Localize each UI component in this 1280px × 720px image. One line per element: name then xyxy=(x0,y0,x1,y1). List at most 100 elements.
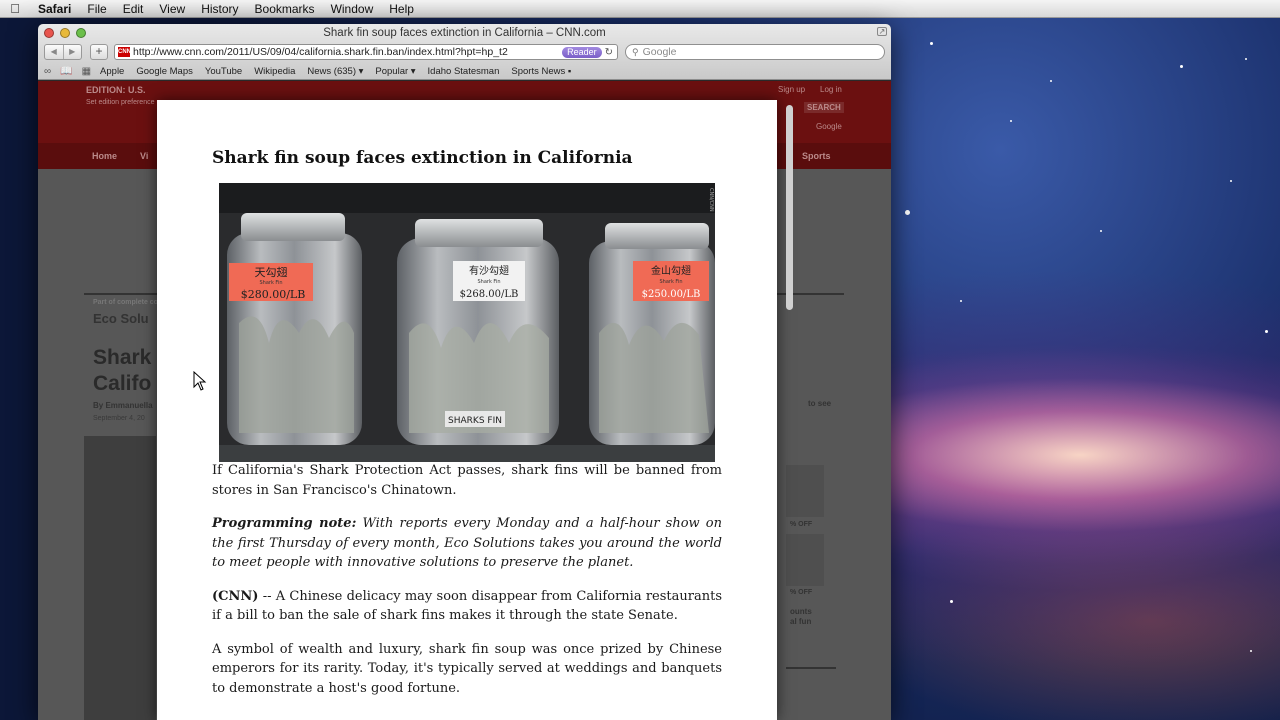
star xyxy=(1050,80,1052,82)
reading-list-icon[interactable]: ∞ xyxy=(44,66,51,77)
edition-preference: Set edition preference xyxy=(86,99,155,106)
headline-line-2: Califo xyxy=(93,372,152,395)
edition-label: EDITION: U.S. xyxy=(86,85,146,95)
search-icon: ⚲ xyxy=(632,46,639,57)
back-forward-buttons: ◀ ▶ xyxy=(44,44,82,60)
jar-label-price: $280.00/LB xyxy=(241,288,306,301)
article-photo: 天勾翅 Shark Fin $280.00/LB 有沙勾翅 Shark Fin … xyxy=(219,183,715,462)
search-placeholder: Google xyxy=(642,46,677,58)
paragraph-1-text: -- A Chinese delicacy may soon disappear… xyxy=(212,588,722,624)
star xyxy=(1180,65,1183,68)
programming-note-label: Programming note: xyxy=(212,516,357,531)
bookmark-sports-news[interactable]: Sports News ▪ xyxy=(511,66,571,77)
window-title: Shark fin soup faces extinction in Calif… xyxy=(323,27,606,39)
bookmark-popular[interactable]: Popular ▾ xyxy=(375,66,415,77)
cnn-dateline: (CNN) xyxy=(212,588,259,604)
top-sites-icon[interactable]: ▦ xyxy=(82,66,91,77)
login-link: Log in xyxy=(820,85,842,94)
article-body: If California's Shark Protection Act pas… xyxy=(212,461,722,712)
sidebar-text: to see xyxy=(808,399,832,408)
background-photo xyxy=(84,436,156,720)
back-icon[interactable]: ◀ xyxy=(45,45,63,59)
nav-sports: Sports xyxy=(802,151,831,161)
star xyxy=(960,300,962,302)
bookmarks-icon[interactable]: 📖 xyxy=(60,66,72,77)
menu-edit[interactable]: Edit xyxy=(115,2,152,16)
article-title: Shark fin soup faces extinction in Calif… xyxy=(212,148,633,168)
bookmarks-bar: ∞ 📖 ▦ Apple Google Maps YouTube Wikipedi… xyxy=(44,64,583,78)
jar-1: 天勾翅 Shark Fin $280.00/LB xyxy=(227,213,362,445)
apple-icon[interactable]:  xyxy=(0,1,30,16)
jar-label-sub: Shark Fin xyxy=(659,279,682,285)
star xyxy=(1245,58,1247,60)
bookmark-youtube[interactable]: YouTube xyxy=(205,66,242,77)
star xyxy=(1265,330,1268,333)
jar-label-name: 金山勾翅 xyxy=(651,264,691,277)
jar-3: 金山勾翅 Shark Fin $250.00/LB xyxy=(589,223,715,445)
bookmark-apple[interactable]: Apple xyxy=(100,66,124,77)
menu-window[interactable]: Window xyxy=(323,2,382,16)
star xyxy=(905,210,910,215)
jar-label-sub: Shark Fin xyxy=(477,279,500,285)
section-title: Eco Solu xyxy=(93,311,149,326)
nav-video: Vi xyxy=(140,151,149,161)
bookmark-google-maps[interactable]: Google Maps xyxy=(136,66,193,77)
jar-2: 有沙勾翅 Shark Fin $268.00/LB SHARKS FIN xyxy=(397,219,559,445)
star xyxy=(1100,230,1102,232)
cursor-arrow xyxy=(193,371,207,391)
browser-toolbar: Shark fin soup faces extinction in Calif… xyxy=(38,24,891,80)
jar-lid xyxy=(605,223,709,249)
star xyxy=(1230,180,1232,182)
shelf-tag-text: SHARKS FIN xyxy=(448,416,502,426)
menu-safari[interactable]: Safari xyxy=(30,2,79,16)
favicon: CNN xyxy=(118,47,131,57)
bookmark-wikipedia[interactable]: Wikipedia xyxy=(254,66,295,77)
cnn-search-button: SEARCH xyxy=(804,102,844,113)
reader-button[interactable]: Reader xyxy=(562,46,602,58)
address-bar[interactable]: CNN http://www.cnn.com/2011/US/09/04/cal… xyxy=(114,44,618,60)
url-text[interactable]: http://www.cnn.com/2011/US/09/04/califor… xyxy=(133,46,562,58)
menu-view[interactable]: View xyxy=(151,2,193,16)
programming-note: Programming note: With reports every Mon… xyxy=(212,514,722,573)
shark-fins xyxy=(599,322,709,433)
reader-scroll-thumb[interactable] xyxy=(786,105,793,310)
jar-label-name: 天勾翅 xyxy=(255,265,288,279)
fullscreen-icon[interactable]: ↗ xyxy=(877,27,887,36)
bookmark-idaho-statesman[interactable]: Idaho Statesman xyxy=(428,66,500,77)
jar-label-price: $268.00/LB xyxy=(460,289,519,300)
reader-view: Shark fin soup faces extinction in Calif… xyxy=(157,100,777,720)
photo-shelf-top xyxy=(219,183,715,213)
search-field[interactable]: ⚲ Google xyxy=(625,44,885,60)
byline: By Emmanuella xyxy=(93,401,153,410)
jar-label-name: 有沙勾翅 xyxy=(469,264,509,277)
menu-help[interactable]: Help xyxy=(381,2,422,16)
jar-lid xyxy=(415,219,543,247)
jar-lid xyxy=(241,213,345,241)
mouse-cursor-icon xyxy=(193,371,207,391)
photo-shelf xyxy=(219,445,715,462)
menu-file[interactable]: File xyxy=(79,2,114,16)
article-paragraph-1: (CNN) -- A Chinese delicacy may soon dis… xyxy=(212,587,722,626)
shark-fin-jars-image: 天勾翅 Shark Fin $280.00/LB 有沙勾翅 Shark Fin … xyxy=(219,183,715,462)
headline-line-1: Shark xyxy=(93,346,152,369)
star xyxy=(950,600,953,603)
cnn-search-hint: Google xyxy=(816,122,842,131)
star xyxy=(1010,120,1012,122)
star xyxy=(930,42,933,45)
date: September 4, 20 xyxy=(93,415,145,422)
signup-link: Sign up xyxy=(778,85,806,94)
jar-label-sub: Shark Fin xyxy=(259,280,282,286)
reload-icon[interactable]: ↻ xyxy=(605,47,613,58)
star xyxy=(1250,650,1252,652)
shark-fins xyxy=(239,316,354,433)
nav-home: Home xyxy=(92,151,118,161)
menu-bar:  Safari File Edit View History Bookmark… xyxy=(0,0,1280,18)
photo-credit: CNN/CNN xyxy=(708,188,714,212)
bookmark-news[interactable]: News (635) ▾ xyxy=(307,66,363,77)
menu-history[interactable]: History xyxy=(193,2,246,16)
forward-icon[interactable]: ▶ xyxy=(62,45,82,59)
menu-bookmarks[interactable]: Bookmarks xyxy=(247,2,323,16)
jar-label-price: $250.00/LB xyxy=(642,289,701,300)
add-icon[interactable]: + xyxy=(90,44,108,60)
article-paragraph-2: A symbol of wealth and luxury, shark fin… xyxy=(212,641,722,696)
